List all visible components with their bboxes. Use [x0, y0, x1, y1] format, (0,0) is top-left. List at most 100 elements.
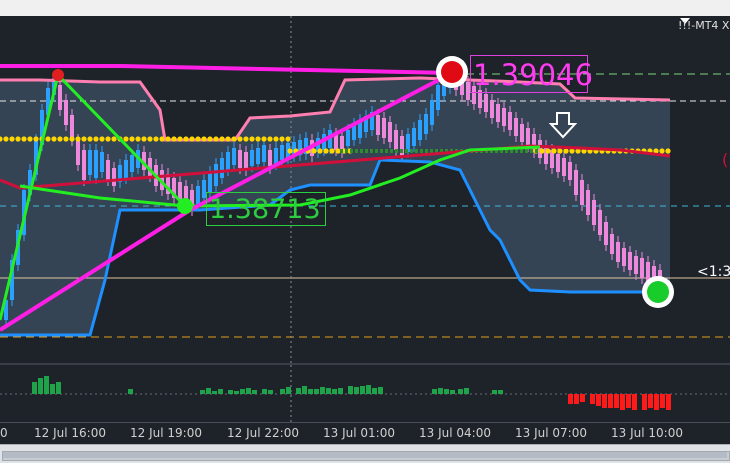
- volume-bar-green: [444, 389, 449, 394]
- time-label: 13 Jul 04:00: [419, 426, 491, 440]
- dotted-level-dot: [557, 148, 563, 154]
- volume-bar-red: [626, 394, 631, 408]
- price-chart-svg[interactable]: [0, 16, 730, 363]
- time-label: 12 Jul 19:00: [130, 426, 202, 440]
- dotted-level-dot: [99, 136, 105, 142]
- volume-bar-green: [44, 376, 49, 394]
- dotted-level-dot: [261, 136, 267, 142]
- volume-histogram-svg: [0, 365, 730, 422]
- scrollbar-track[interactable]: [2, 451, 730, 461]
- ma-price-label: (: [722, 150, 729, 169]
- volume-bar-green: [320, 387, 325, 394]
- volume-bar-green: [372, 388, 377, 394]
- volume-panel[interactable]: [0, 365, 730, 422]
- volume-bar-green: [280, 389, 285, 394]
- candle-body: [274, 148, 278, 164]
- volume-bar-green: [314, 389, 319, 394]
- volume-bar-green: [240, 389, 245, 394]
- time-label: 12 Jul 16:00: [34, 426, 106, 440]
- candle-body: [634, 256, 638, 274]
- dotted-level-dot: [135, 136, 141, 142]
- dotted-level-dot: [545, 148, 551, 154]
- candle-body: [238, 150, 242, 168]
- candle-body: [376, 115, 380, 135]
- volume-bar-green: [296, 388, 301, 394]
- volume-bar-green: [338, 388, 343, 394]
- scrollbar-thumb[interactable]: [3, 452, 727, 458]
- time-label: 13 Jul 01:00: [323, 426, 395, 440]
- dotted-level-dot: [51, 136, 57, 142]
- dotted-level-dot: [75, 136, 81, 142]
- candle-body: [568, 162, 572, 180]
- dotted-level-dot: [177, 136, 183, 142]
- volume-bar-green: [366, 385, 371, 394]
- volume-bar-green: [332, 389, 337, 394]
- candle-body: [220, 158, 224, 178]
- dotted-level-dot: [123, 136, 129, 142]
- dotted-level-dot: [237, 136, 243, 142]
- candle-body: [244, 152, 248, 170]
- dotted-level-dot: [3, 136, 9, 142]
- volume-bar-red: [568, 394, 573, 404]
- dotted-level-dot: [93, 136, 99, 142]
- volume-bar-green: [56, 382, 61, 394]
- volume-bar-green: [212, 391, 217, 394]
- candle-body: [628, 252, 632, 270]
- candle-body: [574, 170, 578, 195]
- candle-body: [196, 186, 200, 204]
- volume-bar-green: [464, 388, 469, 394]
- dotted-level-dot: [329, 148, 335, 154]
- candle-body: [82, 150, 86, 180]
- candle-body: [580, 180, 584, 205]
- candle-body: [514, 118, 518, 136]
- candle-body: [346, 130, 350, 146]
- volume-bar-green: [252, 390, 257, 394]
- chart-window[interactable]: 0 12 Jul 16:00 12 Jul 19:00 12 Jul 22:00…: [0, 0, 730, 463]
- dotted-level-dot: [317, 148, 323, 154]
- candle-body: [208, 172, 212, 192]
- dotted-level-dot: [665, 148, 671, 154]
- candle-body: [598, 210, 602, 235]
- candle-body: [556, 154, 560, 172]
- dotted-level-dot: [563, 148, 569, 154]
- price-panel[interactable]: [0, 16, 730, 363]
- candle-body: [562, 158, 566, 176]
- dotted-level-dot: [231, 136, 237, 142]
- time-label: 13 Jul 07:00: [515, 426, 587, 440]
- chart-scrollbar[interactable]: [0, 444, 730, 463]
- candle-body: [508, 112, 512, 130]
- volume-bar-red: [632, 394, 637, 410]
- dotted-level-dot: [21, 136, 27, 142]
- current-price-label: <1:3: [697, 264, 730, 280]
- volume-bar-green: [498, 390, 503, 394]
- volume-bar-red: [574, 394, 579, 404]
- volume-bar-green: [326, 388, 331, 394]
- candle-body: [124, 160, 128, 178]
- candle-body: [436, 85, 440, 110]
- dotted-level-dot: [33, 136, 39, 142]
- volume-bar-red: [580, 394, 585, 402]
- volume-bar-red: [602, 394, 607, 408]
- dotted-level-dot: [219, 136, 225, 142]
- dotted-level-dot: [27, 136, 33, 142]
- sell-signal-dot: [441, 61, 463, 83]
- candle-body: [106, 160, 110, 180]
- candle-body: [484, 94, 488, 112]
- time-label: 12 Jul 22:00: [227, 426, 299, 440]
- volume-bar-red: [666, 394, 671, 410]
- volume-bar-red: [648, 394, 653, 408]
- dotted-level-dot: [255, 136, 261, 142]
- dotted-level-dot: [311, 148, 317, 154]
- dotted-level-dot: [141, 136, 147, 142]
- candle-body: [76, 140, 80, 165]
- dotted-level-dot: [183, 136, 189, 142]
- volume-bar-green: [302, 386, 307, 394]
- candle-body: [280, 145, 284, 160]
- dotted-level-dot: [213, 136, 219, 142]
- dotted-level-dot: [87, 136, 93, 142]
- candle-body: [256, 148, 260, 164]
- candle-body: [394, 130, 398, 150]
- candle-body: [100, 152, 104, 172]
- candle-body: [226, 152, 230, 170]
- swing-high-price-label: 1.39046: [470, 55, 593, 93]
